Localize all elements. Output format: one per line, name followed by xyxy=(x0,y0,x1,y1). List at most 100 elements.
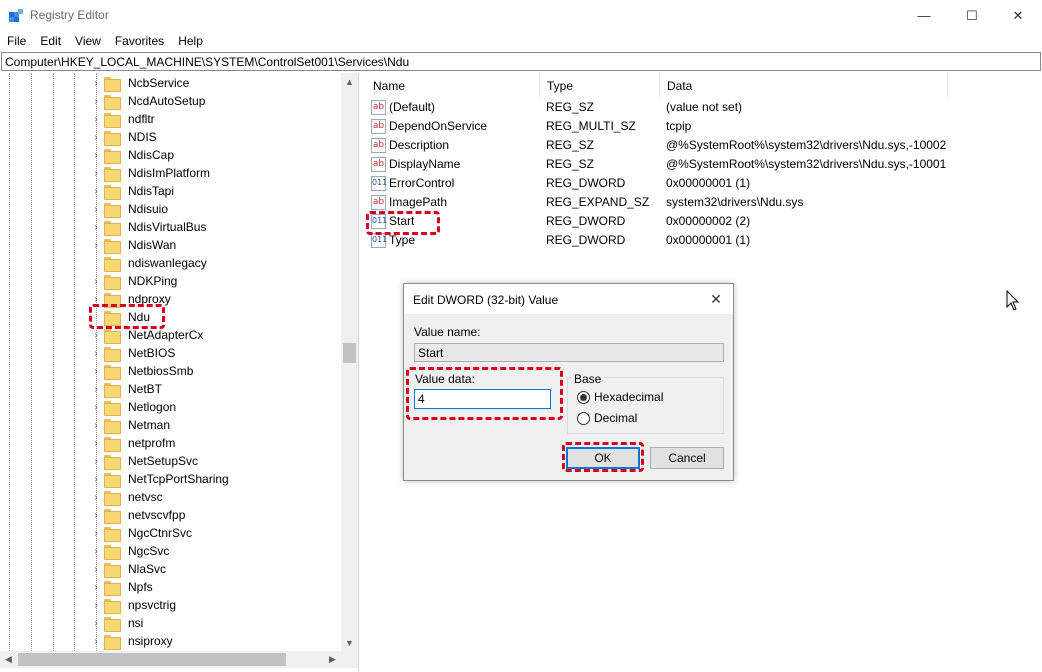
tree-node[interactable]: › ndproxy xyxy=(90,290,174,308)
tree-node[interactable]: Ndu xyxy=(90,308,153,326)
tree-node[interactable]: › NdisTapi xyxy=(90,182,177,200)
tree-node[interactable]: › ndfltr xyxy=(90,110,158,128)
expand-chevron-icon[interactable]: › xyxy=(90,506,102,524)
tree-node[interactable]: › netvsc xyxy=(90,488,166,506)
menu-help[interactable]: Help xyxy=(171,31,210,51)
expand-chevron-icon[interactable]: › xyxy=(90,218,102,236)
address-bar[interactable]: Computer\HKEY_LOCAL_MACHINE\SYSTEM\Contr… xyxy=(1,52,1041,71)
column-header-data[interactable]: Data xyxy=(660,73,948,97)
dialog-close-icon[interactable]: ✕ xyxy=(705,288,727,310)
tree-node[interactable]: › npsvctrig xyxy=(90,596,179,614)
tree-node[interactable]: › NcdAutoSetup xyxy=(90,92,208,110)
minimize-button[interactable]: — xyxy=(901,0,947,31)
tree-node[interactable]: › nsiproxy xyxy=(90,632,176,650)
expand-chevron-icon[interactable]: › xyxy=(90,416,102,434)
expand-chevron-icon[interactable]: › xyxy=(90,272,102,290)
menu-edit[interactable]: Edit xyxy=(33,31,68,51)
menu-favorites[interactable]: Favorites xyxy=(108,31,171,51)
tree-node[interactable]: › NDIS xyxy=(90,128,160,146)
expand-chevron-icon[interactable]: › xyxy=(90,164,102,182)
tree-node[interactable]: › NdisImPlatform xyxy=(90,164,213,182)
tree-node[interactable]: › NgcCtnrSvc xyxy=(90,524,195,542)
tree-node[interactable]: › netvscvfpp xyxy=(90,506,188,524)
close-button[interactable]: ✕ xyxy=(995,0,1041,31)
tree-node[interactable]: › NdisVirtualBus xyxy=(90,218,209,236)
radio-decimal[interactable]: Decimal xyxy=(577,411,637,425)
expand-chevron-icon[interactable]: › xyxy=(90,452,102,470)
expand-chevron-icon[interactable]: › xyxy=(90,398,102,416)
scroll-left-icon[interactable]: ◀ xyxy=(0,651,17,668)
expand-chevron-icon[interactable]: › xyxy=(90,200,102,218)
tree-node[interactable]: › NetTcpPortSharing xyxy=(90,470,232,488)
expand-chevron-icon[interactable]: › xyxy=(90,110,102,128)
expand-chevron-icon[interactable]: › xyxy=(90,380,102,398)
expand-chevron-icon[interactable]: › xyxy=(90,236,102,254)
value-row[interactable]: ab Description REG_SZ @%SystemRoot%\system3… xyxy=(366,136,1042,155)
tree-node[interactable]: › NdisWan xyxy=(90,236,179,254)
tree-node[interactable]: › NetSetupSvc xyxy=(90,452,201,470)
expand-chevron-icon[interactable]: › xyxy=(90,362,102,380)
tree-node[interactable]: › NetBT xyxy=(90,380,165,398)
expand-chevron-icon[interactable]: › xyxy=(90,542,102,560)
expand-chevron-icon[interactable]: › xyxy=(90,344,102,362)
tree-node[interactable]: › NetbiosSmb xyxy=(90,362,196,380)
column-header-name[interactable]: Name xyxy=(366,73,540,97)
tree-node[interactable]: › NetBIOS xyxy=(90,344,178,362)
radio-hexadecimal[interactable]: Hexadecimal xyxy=(577,390,663,404)
expand-chevron-icon[interactable]: › xyxy=(90,560,102,578)
scroll-right-icon[interactable]: ▶ xyxy=(324,651,341,668)
tree-horizontal-scrollbar[interactable]: ◀ ▶ xyxy=(0,651,341,668)
tree-node[interactable]: › NDKPing xyxy=(90,272,180,290)
column-header-type[interactable]: Type xyxy=(540,73,660,97)
value-row[interactable]: 011 Start REG_DWORD 0x00000002 (2) xyxy=(366,212,1042,231)
value-row[interactable]: ab DependOnService REG_MULTI_SZ tcpip xyxy=(366,117,1042,136)
tree-node[interactable]: › Netman xyxy=(90,416,173,434)
tree-vertical-scrollbar[interactable]: ▲ ▼ xyxy=(341,73,358,651)
tree-node[interactable]: › NgcSvc xyxy=(90,542,172,560)
tree-node-label: nsiproxy xyxy=(128,634,173,648)
hscroll-thumb[interactable] xyxy=(18,653,286,666)
value-row[interactable]: 011 ErrorControl REG_DWORD 0x00000001 (1) xyxy=(366,174,1042,193)
tree-node[interactable]: › NetAdapterCx xyxy=(90,326,206,344)
scroll-thumb[interactable] xyxy=(343,343,356,363)
expand-chevron-icon[interactable]: › xyxy=(90,434,102,452)
maximize-button[interactable]: ☐ xyxy=(949,0,995,31)
expand-chevron-icon[interactable]: › xyxy=(90,290,102,308)
expand-chevron-icon[interactable]: › xyxy=(90,92,102,110)
ok-button[interactable]: OK xyxy=(566,447,640,469)
value-row[interactable]: ab (Default) REG_SZ (value not set) xyxy=(366,98,1042,117)
tree-node[interactable]: › Netlogon xyxy=(90,398,179,416)
value-row[interactable]: 011 Type REG_DWORD 0x00000001 (1) xyxy=(366,231,1042,250)
expand-chevron-icon[interactable]: › xyxy=(90,596,102,614)
value-data-input[interactable]: 4 xyxy=(414,389,551,409)
menu-file[interactable]: File xyxy=(0,31,33,51)
menu-view[interactable]: View xyxy=(68,31,108,51)
tree-node[interactable]: › Npfs xyxy=(90,578,156,596)
tree-node[interactable]: › NlaSvc xyxy=(90,560,169,578)
expand-chevron-icon[interactable]: › xyxy=(90,74,102,92)
expand-chevron-icon[interactable]: › xyxy=(90,470,102,488)
expand-chevron-icon[interactable]: › xyxy=(90,326,102,344)
scroll-up-icon[interactable]: ▲ xyxy=(341,73,358,90)
expand-chevron-icon[interactable]: › xyxy=(90,578,102,596)
radio-hex-icon[interactable] xyxy=(577,390,590,404)
value-row[interactable]: ab ImagePath REG_EXPAND_SZ system32\drivers… xyxy=(366,193,1042,212)
tree-node[interactable]: ndiswanlegacy xyxy=(90,254,210,272)
cancel-button[interactable]: Cancel xyxy=(650,447,724,469)
value-row[interactable]: ab DisplayName REG_SZ @%SystemRoot%\system3… xyxy=(366,155,1042,174)
scroll-down-icon[interactable]: ▼ xyxy=(341,634,358,651)
radio-dec-icon[interactable] xyxy=(577,411,590,425)
tree-node[interactable]: › nsi xyxy=(90,614,146,632)
expand-chevron-icon[interactable]: › xyxy=(90,182,102,200)
key-tree-pane[interactable]: › NcbService › NcdAutoSetup › ndfltr › NDIS › Ndi… xyxy=(0,73,359,672)
tree-node[interactable]: › netprofm xyxy=(90,434,178,452)
expand-chevron-icon[interactable]: › xyxy=(90,488,102,506)
tree-node[interactable]: › NdisCap xyxy=(90,146,177,164)
tree-node[interactable]: › NcbService xyxy=(90,74,192,92)
expand-chevron-icon[interactable]: › xyxy=(90,128,102,146)
expand-chevron-icon[interactable]: › xyxy=(90,632,102,650)
expand-chevron-icon[interactable]: › xyxy=(90,146,102,164)
tree-node[interactable]: › Ndisuio xyxy=(90,200,171,218)
expand-chevron-icon[interactable]: › xyxy=(90,614,102,632)
expand-chevron-icon[interactable]: › xyxy=(90,524,102,542)
